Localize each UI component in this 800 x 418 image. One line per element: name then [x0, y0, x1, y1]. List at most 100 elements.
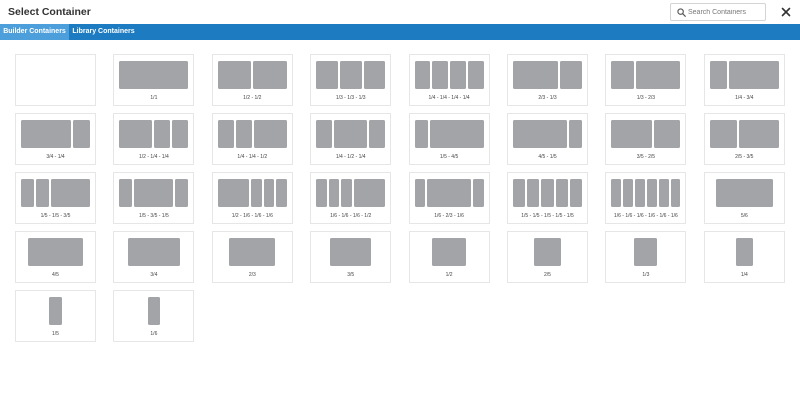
- column-block: [623, 179, 634, 207]
- container-option[interactable]: 1/2: [408, 231, 490, 283]
- column-block: [329, 238, 372, 266]
- column-preview: [16, 61, 95, 89]
- column-preview: [213, 61, 292, 89]
- column-block: [263, 179, 275, 207]
- container-label: 1/6 - 1/6 - 1/6 - 1/6 - 1/6 - 1/6: [613, 213, 678, 219]
- column-preview: [311, 61, 390, 89]
- container-label: 1/4 - 1/2 - 1/4: [335, 154, 366, 160]
- column-preview: [508, 61, 587, 89]
- container-option[interactable]: 1/5 - 1/5 - 1/5 - 1/5 - 1/5: [507, 172, 588, 224]
- container-label: 4/5: [52, 272, 59, 278]
- column-preview: [410, 61, 489, 89]
- container-label: 1/2 - 1/6 - 1/6 - 1/6: [231, 213, 273, 219]
- container-option[interactable]: 4/5 - 1/5: [507, 113, 588, 165]
- container-option[interactable]: 1/5 - 4/5: [408, 113, 490, 165]
- column-block: [658, 179, 669, 207]
- container-option[interactable]: 4/5: [15, 231, 96, 283]
- column-block: [21, 179, 34, 207]
- container-option[interactable]: 1/5: [15, 290, 96, 342]
- column-block: [21, 120, 72, 148]
- container-option[interactable]: 3/5: [310, 231, 392, 283]
- container-label: 3/4: [150, 272, 158, 278]
- container-option[interactable]: 1/6: [113, 290, 195, 342]
- container-option[interactable]: 1/5 - 3/5 - 1/5: [113, 172, 195, 224]
- container-option[interactable]: 2/5: [507, 231, 588, 283]
- column-preview: [606, 238, 685, 266]
- container-option[interactable]: 3/4: [113, 231, 195, 283]
- column-preview: [606, 179, 685, 207]
- container-option[interactable]: 1/6 - 1/6 - 1/6 - 1/2: [310, 172, 392, 224]
- column-block: [236, 120, 253, 148]
- column-preview: [705, 61, 784, 89]
- column-block: [217, 179, 250, 207]
- column-block: [153, 120, 171, 148]
- tab-bar: Builder Containers Library Containers: [0, 24, 800, 40]
- column-preview: [508, 238, 587, 266]
- container-option[interactable]: 1/6 - 2/3 - 1/6: [408, 172, 490, 224]
- column-block: [513, 179, 526, 207]
- column-block: [715, 179, 774, 207]
- container-option[interactable]: 1/4 - 1/4 - 1/2: [211, 113, 293, 165]
- container-label: 1/2: [445, 272, 453, 278]
- container-option[interactable]: 2/5 - 3/5: [703, 113, 785, 165]
- search-input[interactable]: [687, 4, 765, 20]
- search-box[interactable]: [670, 3, 766, 21]
- column-preview: [114, 179, 193, 207]
- container-label: 1/1: [150, 95, 158, 101]
- container-option[interactable]: 1/4 - 1/4 - 1/4 - 1/4: [408, 54, 490, 106]
- container-option[interactable]: 1/6 - 1/6 - 1/6 - 1/6 - 1/6 - 1/6: [605, 172, 687, 224]
- container-option[interactable]: 5/6: [703, 172, 785, 224]
- container-label: 1/2 - 1/2: [243, 95, 262, 101]
- container-option[interactable]: 1/3 - 2/3: [605, 54, 687, 106]
- column-preview: [311, 238, 390, 266]
- container-option[interactable]: 1/2 - 1/6 - 1/6 - 1/6: [211, 172, 293, 224]
- column-block: [341, 179, 352, 207]
- column-block: [316, 61, 338, 89]
- container-option[interactable]: 1/3: [605, 231, 687, 283]
- column-block: [611, 179, 622, 207]
- column-block: [229, 238, 276, 266]
- column-block: [414, 120, 428, 148]
- tab-builder-containers[interactable]: Builder Containers: [0, 24, 69, 40]
- column-block: [251, 179, 262, 207]
- column-block: [709, 120, 737, 148]
- column-block: [432, 61, 449, 89]
- modal-header: Select Container: [0, 0, 800, 24]
- container-option[interactable]: 1/4 - 3/4: [703, 54, 785, 106]
- container-label: 1/3 - 1/3 - 1/3: [335, 95, 366, 101]
- column-block: [559, 61, 582, 89]
- container-option[interactable]: 1/5 - 1/5 - 3/5: [15, 172, 96, 224]
- container-option[interactable]: 1/2 - 1/4 - 1/4: [113, 113, 195, 165]
- container-option[interactable]: 3/4 - 1/4: [15, 113, 96, 165]
- container-label: 5/6: [740, 213, 748, 219]
- column-preview: [606, 120, 685, 148]
- container-option[interactable]: 1/2 - 1/2: [211, 54, 293, 106]
- container-option[interactable]: 2/3 - 1/3: [507, 54, 588, 106]
- container-label: 2/3 - 1/3: [538, 95, 557, 101]
- column-block: [634, 238, 658, 266]
- column-block: [316, 120, 333, 148]
- column-block: [48, 297, 63, 325]
- column-block: [254, 120, 287, 148]
- container-option[interactable]: 2/3: [211, 231, 293, 283]
- column-block: [646, 179, 657, 207]
- container-option[interactable]: 1/1: [113, 54, 195, 106]
- close-button[interactable]: [778, 4, 794, 20]
- container-option[interactable]: 1/4: [703, 231, 785, 283]
- column-preview: [606, 61, 685, 89]
- column-preview: [311, 179, 390, 207]
- container-label: 1/2 - 1/4 - 1/4: [139, 154, 169, 160]
- tab-library-containers[interactable]: Library Containers: [69, 24, 138, 40]
- container-label: 1/4 - 1/4 - 1/2: [237, 154, 268, 160]
- container-option[interactable]: 1/4 - 1/2 - 1/4: [310, 113, 392, 165]
- column-block: [414, 61, 431, 89]
- container-option[interactable]: 3/5 - 2/5: [605, 113, 687, 165]
- column-block: [119, 120, 152, 148]
- container-label: 3/5: [347, 272, 355, 278]
- container-option[interactable]: [15, 54, 96, 106]
- column-block: [119, 61, 189, 89]
- column-block: [472, 179, 484, 207]
- container-option[interactable]: 1/3 - 1/3 - 1/3: [310, 54, 392, 106]
- column-block: [217, 120, 235, 148]
- column-preview: [114, 238, 193, 266]
